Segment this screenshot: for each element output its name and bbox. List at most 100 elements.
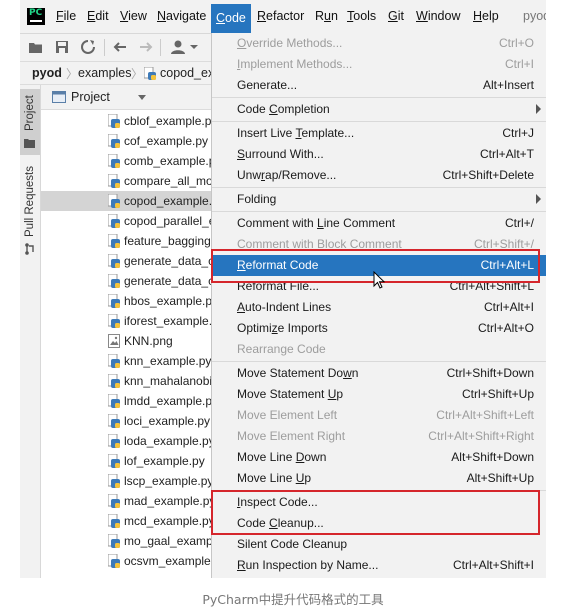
menu-item-shortcut: Ctrl+Shift+Down xyxy=(446,366,534,380)
save-icon[interactable] xyxy=(54,39,70,55)
menu-edit[interactable]: Edit xyxy=(87,9,109,23)
python-file-icon xyxy=(107,273,120,288)
menu-item-shortcut: Ctrl+/ xyxy=(504,216,534,230)
menu-item-move-line-down[interactable]: Move Line Down Alt+Shift+Down xyxy=(212,447,546,468)
menu-item-shortcut: Alt+Shift+Down xyxy=(451,450,534,464)
python-file-icon xyxy=(107,113,120,128)
menu-item-auto-indent-lines[interactable]: Auto-Indent Lines Ctrl+Alt+I xyxy=(212,297,546,318)
project-panel-title[interactable]: Project xyxy=(71,90,110,104)
python-file-icon xyxy=(107,413,120,428)
menu-navigate[interactable]: Navigate xyxy=(157,9,206,23)
menu-help[interactable]: Help xyxy=(473,9,499,23)
menu-item-label: Run Inspection by Name... xyxy=(237,558,379,572)
python-file-icon xyxy=(107,353,120,368)
submenu-arrow-icon xyxy=(536,104,541,114)
menu-item-silent-code-cleanup[interactable]: Silent Code Cleanup xyxy=(212,534,546,555)
menu-window[interactable]: Window xyxy=(416,9,460,23)
python-file-icon xyxy=(107,193,120,208)
breadcrumb-item-examples[interactable]: examples xyxy=(78,66,132,80)
python-file-icon xyxy=(107,213,120,228)
chevron-down-icon[interactable] xyxy=(138,95,146,100)
toolbar-divider xyxy=(160,39,161,56)
menu-item-label: Move Element Left xyxy=(237,408,338,422)
menu-item-label: Move Line Up xyxy=(237,471,312,485)
menu-item-shortcut: Alt+Insert xyxy=(482,78,534,92)
python-file-icon xyxy=(107,473,120,488)
menu-item-move-statement-up[interactable]: Move Statement Up Ctrl+Shift+Up xyxy=(212,384,546,405)
menu-item-implement-methods[interactable]: Implement Methods... Ctrl+I xyxy=(212,54,546,75)
menu-item-comment-with-line-comment[interactable]: Comment with Line Comment Ctrl+/ xyxy=(212,213,546,234)
menu-item-shortcut: Ctrl+Alt+T xyxy=(479,147,534,161)
menu-run[interactable]: Run xyxy=(315,9,338,23)
menu-item-label: Move Element Right xyxy=(237,429,346,443)
menu-item-insert-live-template[interactable]: Insert Live Template... Ctrl+J xyxy=(212,123,546,144)
back-arrow-icon[interactable] xyxy=(112,39,128,55)
menu-item-label: Move Line Down xyxy=(237,450,327,464)
menu-refactor[interactable]: Refactor xyxy=(257,9,304,23)
tool-window-strip: Project Pull Requests xyxy=(20,85,41,578)
pull-requests-tool-tab[interactable]: Pull Requests xyxy=(20,165,40,259)
python-file-icon xyxy=(107,313,120,328)
menu-item-shortcut: Ctrl+J xyxy=(502,126,534,140)
file-name: cof_example.py xyxy=(124,134,209,148)
breadcrumb-item-file[interactable]: copod_ex xyxy=(160,66,214,80)
figure-caption: PyCharm中提升代码格式的工具 xyxy=(202,592,384,607)
menu-item-rearrange-code[interactable]: Rearrange Code xyxy=(212,339,546,360)
file-name: hbos_example.py xyxy=(124,294,219,308)
menu-item-move-line-up[interactable]: Move Line Up Alt+Shift+Up xyxy=(212,468,546,489)
menu-item-unwrap-remove[interactable]: Unwrap/Remove... Ctrl+Shift+Delete xyxy=(212,165,546,186)
toolbar-divider xyxy=(104,39,105,56)
file-name: knn_mahalanobi xyxy=(124,374,213,388)
python-file-icon xyxy=(143,66,156,83)
pull-requests-tab-label: Pull Requests xyxy=(24,166,36,237)
python-file-icon xyxy=(107,153,120,168)
annotation-box-inspect-cleanup xyxy=(211,490,540,535)
sync-icon[interactable] xyxy=(80,39,96,55)
breadcrumb-item-pyod[interactable]: pyod xyxy=(32,66,62,80)
file-name: iforest_example. xyxy=(124,314,213,328)
menu-item-code-completion[interactable]: Code Completion xyxy=(212,99,546,120)
menu-git[interactable]: Git xyxy=(388,9,404,23)
python-file-icon xyxy=(107,173,120,188)
menu-separator xyxy=(212,121,546,122)
file-name: copod_parallel_e xyxy=(124,214,216,228)
menu-item-label: Auto-Indent Lines xyxy=(237,300,332,314)
file-name: loci_example.py xyxy=(124,414,211,428)
menu-item-label: Optimize Imports xyxy=(237,321,328,335)
file-name: copod_example. xyxy=(124,194,213,208)
menu-code[interactable]: Code xyxy=(211,4,251,33)
menu-item-optimize-imports[interactable]: Optimize Imports Ctrl+Alt+O xyxy=(212,318,546,339)
menu-item-move-statement-down[interactable]: Move Statement Down Ctrl+Shift+Down xyxy=(212,363,546,384)
menu-item-run-inspection-by-name[interactable]: Run Inspection by Name... Ctrl+Alt+Shift+… xyxy=(212,555,546,576)
menu-view[interactable]: View xyxy=(120,9,147,23)
menu-separator xyxy=(212,361,546,362)
file-name: mad_example.py xyxy=(124,494,216,508)
chevron-right-icon: 〉 xyxy=(131,67,144,81)
menu-item-label: Code Completion xyxy=(237,102,330,116)
menu-item-label: Surround With... xyxy=(237,147,324,161)
image-file-icon xyxy=(108,334,120,348)
project-tool-tab[interactable]: Project xyxy=(20,89,40,155)
menu-item-generate[interactable]: Generate... Alt+Insert xyxy=(212,75,546,96)
menu-item-move-element-left[interactable]: Move Element Left Ctrl+Alt+Shift+Left xyxy=(212,405,546,426)
menu-item-folding[interactable]: Folding xyxy=(212,189,546,210)
python-file-icon xyxy=(107,513,120,528)
menu-item-label: Insert Live Template... xyxy=(237,126,355,140)
menu-tools[interactable]: Tools xyxy=(347,9,376,23)
menu-project[interactable]: pyod xyxy=(523,9,546,23)
menu-file[interactable]: File xyxy=(56,9,76,23)
python-file-icon xyxy=(107,233,120,248)
menu-item-shortcut: Alt+Shift+Up xyxy=(466,471,534,485)
menu-item-shortcut: Ctrl+Shift+Delete xyxy=(442,168,534,182)
user-dropdown-icon[interactable] xyxy=(170,39,200,55)
forward-arrow-icon[interactable] xyxy=(138,39,154,55)
menu-item-label: Move Statement Down xyxy=(237,366,359,380)
menu-item-override-methods[interactable]: Override Methods... Ctrl+O xyxy=(212,33,546,54)
menu-item-move-element-right[interactable]: Move Element Right Ctrl+Alt+Shift+Right xyxy=(212,426,546,447)
file-name: loda_example.py xyxy=(124,434,215,448)
open-folder-icon[interactable] xyxy=(28,39,44,55)
file-name: feature_bagging xyxy=(124,234,211,248)
menu-bar: PC File Edit View Navigate Code Refactor Run To… xyxy=(20,0,546,34)
menu-item-surround-with[interactable]: Surround With... Ctrl+Alt+T xyxy=(212,144,546,165)
menu-item-label: Comment with Line Comment xyxy=(237,216,396,230)
